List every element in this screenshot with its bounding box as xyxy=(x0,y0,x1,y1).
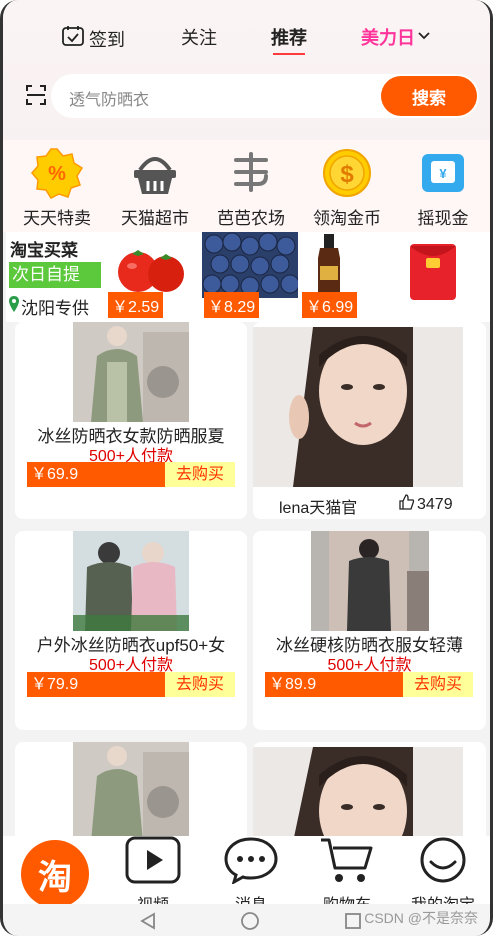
percent-badge-icon: % xyxy=(30,146,84,200)
price-bar: ￥89.9 去购买 xyxy=(265,672,473,697)
bottom-nav: 淘 视频 消息 xyxy=(3,836,490,914)
grocery-item-blueberry[interactable]: ￥8.29 xyxy=(202,232,302,320)
shopping-cart-icon xyxy=(319,838,375,888)
grocery-price: ￥2.59 xyxy=(108,292,164,318)
shortcut-label: 天天特卖 xyxy=(23,209,91,228)
chat-bubble-icon xyxy=(223,837,279,888)
product-card[interactable]: 户外冰丝防晒衣upf50+女 500+人付款 ￥79.9 去购买 xyxy=(15,531,247,730)
grocery-price: ￥8.29 xyxy=(204,292,260,318)
buy-button[interactable]: 去购买 xyxy=(403,672,473,697)
calendar-check-icon xyxy=(61,24,85,53)
tab-recommend-label: 推荐 xyxy=(271,28,307,48)
grocery-strip[interactable]: 淘宝买菜 次日自提 沈阳专供 ￥2.59 ￥8.29 ￥6.99 xyxy=(6,232,490,322)
gold-coin-icon: $ xyxy=(320,146,374,200)
buy-button[interactable]: 去购买 xyxy=(165,672,235,697)
grocery-item-sauce[interactable]: ￥6.99 xyxy=(300,232,400,320)
video-play-icon xyxy=(125,836,181,888)
tab-sign-in[interactable]: 签到 xyxy=(61,24,125,53)
product-card[interactable]: 冰丝防晒衣女款防晒服夏 500+人付款 ￥69.9 去购买 xyxy=(15,322,247,519)
like-count[interactable]: 3479 xyxy=(399,494,453,515)
back-triangle-icon[interactable] xyxy=(139,912,157,935)
farm-icon xyxy=(224,146,278,200)
product-price: ￥79.9 xyxy=(27,672,165,697)
pickup-badge: 次日自提 xyxy=(9,262,101,288)
active-tab-indicator xyxy=(273,53,305,55)
smiley-face-icon xyxy=(415,837,471,888)
search-row: 透气防晒衣 搜索 xyxy=(3,72,490,120)
video-card[interactable]: lena天猫官 3479 xyxy=(253,322,486,519)
grocery-title: 淘宝买菜 xyxy=(10,241,78,260)
product-card[interactable] xyxy=(15,742,247,842)
tab-follow[interactable]: 关注 xyxy=(181,24,217,50)
product-image xyxy=(73,531,189,631)
shortcut-label: 摇现金 xyxy=(417,209,469,228)
home-tab[interactable]: 淘 xyxy=(21,840,89,908)
buy-button[interactable]: 去购买 xyxy=(165,462,235,487)
svg-text:¥: ¥ xyxy=(439,166,447,181)
scan-icon[interactable] xyxy=(25,84,47,106)
red-envelope-icon xyxy=(402,244,462,306)
cash-icon: ¥ xyxy=(416,146,470,200)
shortcut-label: 领淘金币 xyxy=(313,209,381,228)
phone-screen: 签到 关注 推荐 美力日 透气防晒衣 搜索 % 天天特卖 天猫超市 芭芭农场 $… xyxy=(0,0,493,936)
video-author: lena天猫官 xyxy=(279,500,358,517)
grocery-item-redpacket[interactable] xyxy=(402,232,490,320)
product-price: ￥69.9 xyxy=(27,462,165,487)
thumbs-up-icon xyxy=(399,494,415,515)
shortcut-shake-cash[interactable]: ¥ 摇现金 xyxy=(395,146,490,229)
tab-meili-label: 美力日 xyxy=(361,28,415,48)
recent-apps-square-icon[interactable] xyxy=(344,912,362,935)
watermark: CSDN @不是奈奈 xyxy=(364,910,478,926)
search-placeholder: 透气防晒衣 xyxy=(69,92,150,109)
shortcut-baba-farm[interactable]: 芭芭农场 xyxy=(203,146,299,229)
location-text: 沈阳专供 xyxy=(21,299,89,318)
video-card[interactable] xyxy=(253,742,486,842)
tab-recommend[interactable]: 推荐 xyxy=(271,24,307,55)
shopping-basket-icon xyxy=(128,146,182,200)
tab-sign-in-label: 签到 xyxy=(89,29,125,50)
system-nav-bar: CSDN @不是奈奈 xyxy=(3,904,490,936)
product-image xyxy=(311,531,429,631)
shortcut-row: % 天天特卖 天猫超市 芭芭农场 $ 领淘金币 ¥ 摇现金 xyxy=(3,140,490,232)
shortcut-tmall-market[interactable]: 天猫超市 xyxy=(107,146,203,229)
shortcut-daily-sale[interactable]: % 天天特卖 xyxy=(9,146,105,229)
product-image xyxy=(73,742,189,842)
search-button[interactable]: 搜索 xyxy=(381,76,477,116)
location-pin-icon xyxy=(9,296,19,317)
product-image xyxy=(73,322,189,422)
shortcut-label: 天猫超市 xyxy=(121,209,189,228)
like-count-text: 3479 xyxy=(417,495,453,513)
shortcut-label: 芭芭农场 xyxy=(217,209,285,228)
shortcut-gold-coins[interactable]: $ 领淘金币 xyxy=(299,146,395,229)
svg-text:$: $ xyxy=(340,161,354,188)
tab-meili[interactable]: 美力日 xyxy=(361,24,431,50)
product-card[interactable]: 冰丝硬核防晒衣服女轻薄 500+人付款 ￥89.9 去购买 xyxy=(253,531,486,730)
video-thumbnail xyxy=(253,747,463,842)
video-thumbnail xyxy=(253,327,463,487)
location-label: 沈阳专供 xyxy=(9,294,89,319)
home-circle-icon[interactable] xyxy=(240,911,260,936)
product-price: ￥89.9 xyxy=(265,672,403,697)
price-bar: ￥69.9 去购买 xyxy=(27,462,235,487)
svg-text:%: % xyxy=(48,163,66,185)
chevron-down-icon xyxy=(417,27,431,48)
grocery-price: ￥6.99 xyxy=(302,292,358,318)
search-input[interactable]: 透气防晒衣 搜索 xyxy=(51,74,479,118)
top-tabs: 签到 关注 推荐 美力日 xyxy=(3,18,490,55)
price-bar: ￥79.9 去购买 xyxy=(27,672,235,697)
grocery-item-tomato[interactable]: ￥2.59 xyxy=(106,232,206,320)
header: 签到 关注 推荐 美力日 透气防晒衣 搜索 xyxy=(3,0,490,140)
